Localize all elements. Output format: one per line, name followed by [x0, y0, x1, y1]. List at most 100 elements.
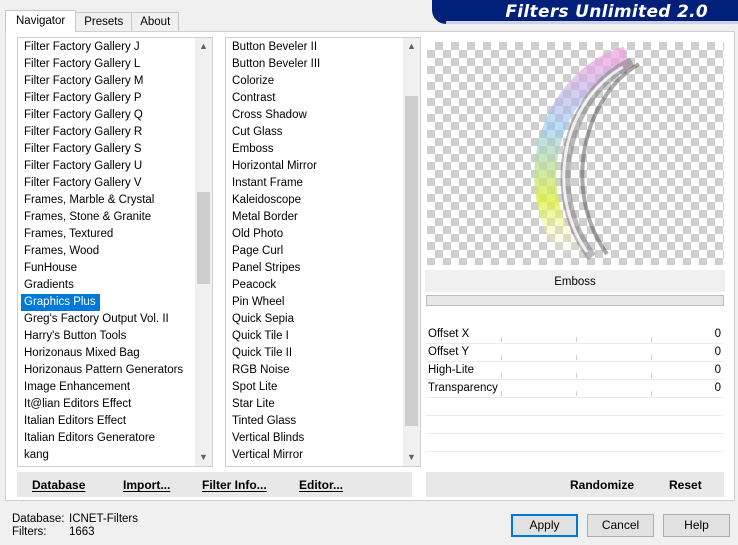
status-filters: Filters: 1663 [12, 526, 95, 538]
category-list-item[interactable]: Frames, Marble & Crystal [18, 192, 183, 209]
scroll-up-icon[interactable]: ▲ [403, 38, 420, 55]
category-list-item[interactable]: ... [18, 464, 183, 466]
status-value: 1663 [69, 526, 95, 538]
tab-presets[interactable]: Presets [75, 12, 133, 32]
scroll-down-icon[interactable]: ▼ [195, 449, 212, 466]
filter-scrollbar[interactable]: ▲ ▼ [403, 38, 420, 466]
reset-button[interactable]: Reset [669, 472, 702, 497]
param-high-lite[interactable]: High-Lite 0 [426, 362, 724, 380]
filter-list-item[interactable]: Star Lite [226, 396, 320, 413]
filter-info-button[interactable]: Filter Info... [202, 472, 267, 497]
param-offset-x[interactable]: Offset X 0 [426, 326, 724, 344]
apply-button[interactable]: Apply [511, 514, 578, 537]
category-list-item[interactable]: Filter Factory Gallery M [18, 73, 183, 90]
filter-list-item[interactable]: Panel Stripes [226, 260, 320, 277]
filter-list-item[interactable]: Cross Shadow [226, 107, 320, 124]
filter-list-item[interactable]: Page Curl [226, 243, 320, 260]
filter-list-item[interactable]: Spot Lite [226, 379, 320, 396]
category-list-item[interactable]: Image Enhancement [18, 379, 183, 396]
filter-list-item[interactable]: Horizontal Mirror [226, 158, 320, 175]
filter-list-item[interactable]: Metal Border [226, 209, 320, 226]
category-list-item[interactable]: Filter Factory Gallery R [18, 124, 183, 141]
filter-list[interactable]: Button Beveler II Button Beveler III Color… [225, 37, 421, 467]
category-list-item[interactable]: Filter Factory Gallery S [18, 141, 183, 158]
filter-list-item[interactable]: Instant Frame [226, 175, 320, 192]
editor-button[interactable]: Editor... [299, 472, 343, 497]
category-list-item[interactable]: kang [18, 447, 183, 464]
help-button[interactable]: Help [663, 514, 730, 537]
param-label: Transparency [428, 382, 498, 394]
scroll-down-icon[interactable]: ▼ [403, 449, 420, 466]
filter-list-item[interactable]: ... [226, 464, 320, 466]
filter-list-item[interactable]: Quick Tile II [226, 345, 320, 362]
param-offset-y[interactable]: Offset Y 0 [426, 344, 724, 362]
filter-list-item[interactable]: Peacock [226, 277, 320, 294]
filter-list-item[interactable]: Button Beveler II [226, 39, 320, 56]
category-list-item[interactable]: Frames, Textured [18, 226, 183, 243]
param-transparency[interactable]: Transparency 0 [426, 380, 724, 398]
filter-list-item[interactable]: Kaleidoscope [226, 192, 320, 209]
tab-navigator[interactable]: Navigator [5, 10, 77, 32]
selected-filter-name: Emboss [425, 270, 725, 293]
category-list-item[interactable]: Italian Editors Effect [18, 413, 183, 430]
filter-list-item[interactable]: RGB Noise [226, 362, 320, 379]
category-list-item[interactable]: Filter Factory Gallery J [18, 39, 183, 56]
param-label: Offset X [428, 328, 470, 340]
import-button[interactable]: Import... [123, 472, 170, 497]
app-banner: Filters Unlimited 2.0 [432, 0, 738, 24]
filter-list-item[interactable]: Colorize [226, 73, 320, 90]
scroll-thumb[interactable] [197, 192, 210, 284]
status-value: ICNET-Filters [69, 513, 138, 525]
category-list-item[interactable]: Italian Editors Generatore [18, 430, 183, 447]
category-list-item[interactable]: Gradients [18, 277, 183, 294]
category-list-item[interactable]: Horizonaus Pattern Generators [18, 362, 183, 379]
parameter-button-bar: Randomize Reset [426, 472, 724, 497]
category-list-item[interactable]: Frames, Stone & Granite [18, 209, 183, 226]
randomize-button[interactable]: Randomize [570, 472, 634, 497]
preview-area [427, 42, 724, 265]
preview-image [534, 46, 641, 265]
filter-list-item[interactable]: Contrast [226, 90, 320, 107]
tab-strip: Navigator Presets About [5, 10, 180, 32]
category-list-item[interactable]: Harry's Button Tools [18, 328, 183, 345]
param-value: 0 [714, 346, 721, 358]
status-database: Database: ICNET-Filters [12, 513, 138, 525]
category-list-item[interactable]: It@lian Editors Effect [18, 396, 183, 413]
status-label: Database: [12, 513, 65, 525]
category-list-item[interactable]: Greg's Factory Output Vol. II [18, 311, 183, 328]
category-list-item[interactable]: Filter Factory Gallery P [18, 90, 183, 107]
filter-list-item[interactable]: Cut Glass [226, 124, 320, 141]
category-list-item[interactable]: Filter Factory Gallery V [18, 175, 183, 192]
category-list-item[interactable]: Frames, Wood [18, 243, 183, 260]
filter-list-item[interactable]: Tinted Glass [226, 413, 320, 430]
category-list-item[interactable]: FunHouse [18, 260, 183, 277]
param-slot-empty [426, 434, 724, 452]
scroll-thumb[interactable] [405, 96, 418, 426]
filter-list-item[interactable]: Emboss [226, 141, 320, 158]
filter-list-item[interactable]: Vertical Blinds [226, 430, 320, 447]
param-label: High-Lite [428, 364, 475, 376]
category-list-item[interactable]: Horizonaus Mixed Bag [18, 345, 183, 362]
category-list[interactable]: Filter Factory Gallery J Filter Factory G… [17, 37, 213, 467]
param-value: 0 [714, 328, 721, 340]
category-list-item[interactable]: Filter Factory Gallery Q [18, 107, 183, 124]
database-button[interactable]: Database [32, 472, 85, 497]
filter-list-item[interactable]: Pin Wheel [226, 294, 320, 311]
category-list-item[interactable]: Filter Factory Gallery U [18, 158, 183, 175]
param-label: Offset Y [428, 346, 470, 358]
status-label: Filters: [12, 526, 47, 538]
category-list-item[interactable]: Filter Factory Gallery L [18, 56, 183, 73]
tab-about[interactable]: About [131, 12, 180, 32]
navigator-button-bar: Database Import... Filter Info... Editor… [17, 472, 412, 497]
filter-list-item[interactable]: Button Beveler III [226, 56, 320, 73]
cancel-button[interactable]: Cancel [587, 514, 654, 537]
category-scrollbar[interactable]: ▲ ▼ [195, 38, 212, 466]
filter-list-item[interactable]: Quick Sepia [226, 311, 320, 328]
param-slot-empty [426, 452, 724, 470]
filter-list-item[interactable]: Vertical Mirror [226, 447, 320, 464]
filter-list-item[interactable]: Old Photo [226, 226, 320, 243]
param-value: 0 [714, 364, 721, 376]
category-list-item[interactable]: Graphics Plus [21, 294, 100, 311]
scroll-up-icon[interactable]: ▲ [195, 38, 212, 55]
filter-list-item[interactable]: Quick Tile I [226, 328, 320, 345]
